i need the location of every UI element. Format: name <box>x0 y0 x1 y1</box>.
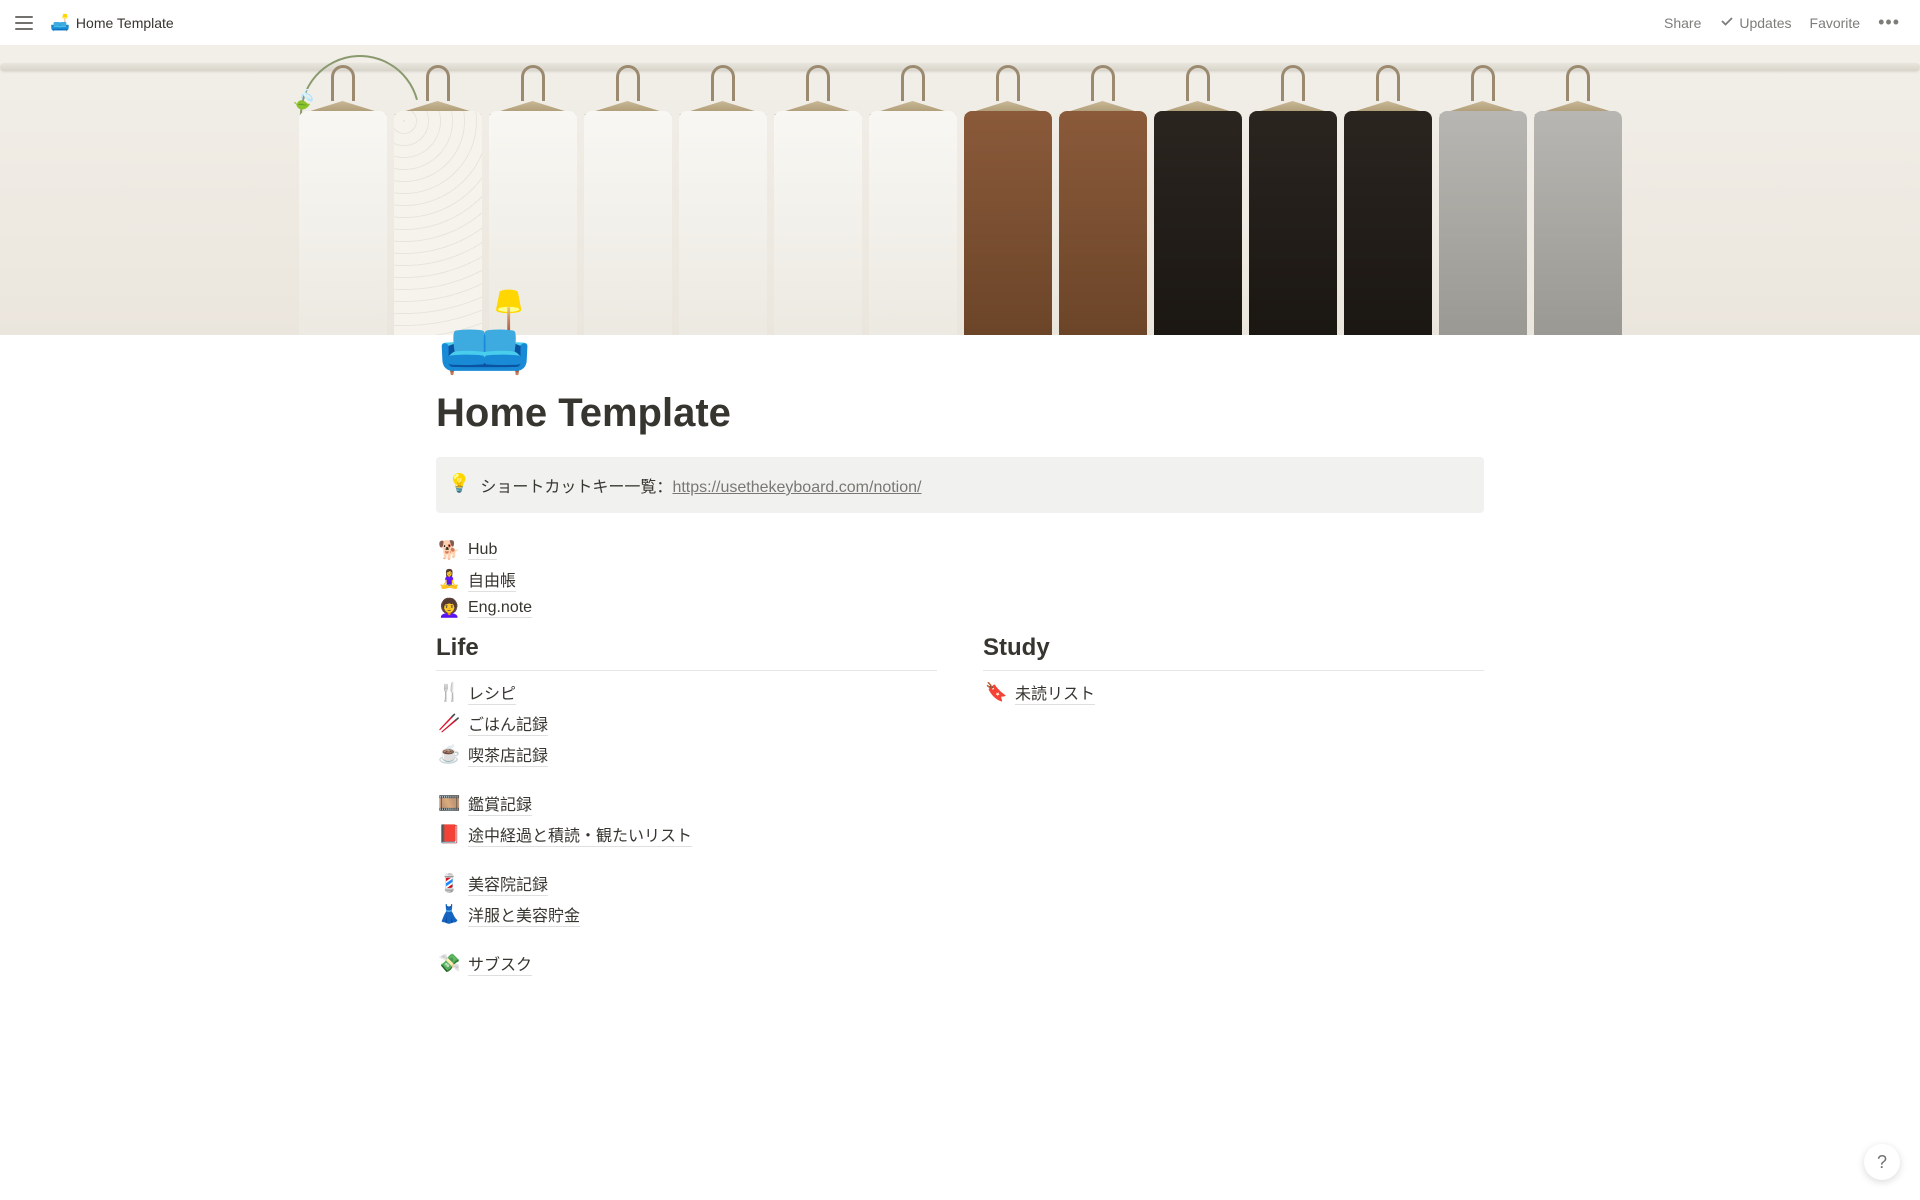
page-link-icon: 👩‍🦱 <box>438 598 460 619</box>
breadcrumb-title: Home Template <box>76 15 174 31</box>
favorite-button[interactable]: Favorite <box>1802 9 1869 37</box>
page-link[interactable]: 📕 途中経過と積読・観たいリスト <box>436 819 937 850</box>
page-link-label: 自由帳 <box>468 567 516 592</box>
heading-life: Life <box>436 634 937 671</box>
page-link-icon: 🧘‍♀️ <box>438 569 460 590</box>
column-study: Study 🔖 未読リスト <box>983 634 1484 997</box>
callout-text: ショートカットキー一覧：https://usethekeyboard.com/n… <box>480 473 921 497</box>
page-link-label: 洋服と美容貯金 <box>468 902 580 927</box>
page-link[interactable]: 🐕 Hub <box>436 537 1484 564</box>
page-link[interactable]: ☕ 喫茶店記録 <box>436 739 937 770</box>
cover-image[interactable] <box>0 45 1920 335</box>
page-link-icon: 🥢 <box>438 713 460 734</box>
page-link-icon: 💈 <box>438 873 460 894</box>
share-button[interactable]: Share <box>1656 9 1709 37</box>
check-icon <box>1719 13 1735 32</box>
topbar-left: 🛋️ Home Template <box>12 11 180 35</box>
page-link-icon: 💸 <box>438 953 460 974</box>
updates-label: Updates <box>1739 15 1791 31</box>
page-link[interactable]: 🥢 ごはん記録 <box>436 708 937 739</box>
page-link[interactable]: 💸 サブスク <box>436 948 937 979</box>
top-links: 🐕 Hub 🧘‍♀️ 自由帳 👩‍🦱 Eng.note <box>436 537 1484 622</box>
page-link-label: 喫茶店記録 <box>468 742 548 767</box>
page-link[interactable]: 👩‍🦱 Eng.note <box>436 595 1484 622</box>
page-link-label: ごはん記録 <box>468 711 548 736</box>
page-link-label: 未読リスト <box>1015 680 1095 705</box>
column-life: Life 🍴 レシピ 🥢 ごはん記録 ☕ 喫茶店記録 🎞️ 鑑賞記録 📕 途中経過と積読・観たいリ… <box>436 634 937 997</box>
page-link-icon: 🎞️ <box>438 793 460 814</box>
page-link-icon: 📕 <box>438 824 460 845</box>
lightbulb-icon: 💡 <box>448 473 470 497</box>
page-link[interactable]: 💈 美容院記録 <box>436 868 937 899</box>
page-link-icon: ☕ <box>438 744 460 765</box>
breadcrumb-icon: 🛋️ <box>50 13 70 33</box>
link-group: 🔖 未読リスト <box>983 677 1484 708</box>
page-link[interactable]: 🍴 レシピ <box>436 677 937 708</box>
link-group: 💈 美容院記録 👗 洋服と美容貯金 <box>436 868 937 930</box>
callout-link[interactable]: https://usethekeyboard.com/notion/ <box>672 479 921 496</box>
topbar: 🛋️ Home Template Share Updates Favorite … <box>0 0 1920 45</box>
page-link[interactable]: 🧘‍♀️ 自由帳 <box>436 564 1484 595</box>
page-link-icon: 🔖 <box>985 682 1007 703</box>
page-link-icon: 🐕 <box>438 540 460 561</box>
link-group: 🎞️ 鑑賞記録 📕 途中経過と積読・観たいリスト <box>436 788 937 850</box>
page-link-label: 途中経過と積読・観たいリスト <box>468 822 692 847</box>
page-link-label: レシピ <box>468 680 516 705</box>
updates-button[interactable]: Updates <box>1711 7 1799 38</box>
link-group: 🍴 レシピ 🥢 ごはん記録 ☕ 喫茶店記録 <box>436 677 937 770</box>
page-link-icon: 🍴 <box>438 682 460 703</box>
more-icon[interactable]: ••• <box>1870 6 1908 39</box>
page-link-label: 美容院記録 <box>468 871 548 896</box>
menu-icon[interactable] <box>12 11 36 35</box>
page-link[interactable]: 🔖 未読リスト <box>983 677 1484 708</box>
link-group: 💸 サブスク <box>436 948 937 979</box>
page-icon[interactable]: 🛋️ <box>436 293 520 371</box>
page-link-label: Hub <box>468 541 497 560</box>
page-link-label: 鑑賞記録 <box>468 791 532 816</box>
page-link-label: Eng.note <box>468 599 532 618</box>
topbar-right: Share Updates Favorite ••• <box>1656 6 1908 39</box>
breadcrumb[interactable]: 🛋️ Home Template <box>44 11 180 35</box>
heading-study: Study <box>983 634 1484 671</box>
page-title[interactable]: Home Template <box>436 389 1484 437</box>
page-link-icon: 👗 <box>438 904 460 925</box>
page-content: 🛋️ Home Template 💡 ショートカットキー一覧：https://u… <box>340 335 1580 1037</box>
callout[interactable]: 💡 ショートカットキー一覧：https://usethekeyboard.com… <box>436 457 1484 513</box>
page-link[interactable]: 👗 洋服と美容貯金 <box>436 899 937 930</box>
page-link-label: サブスク <box>468 951 532 976</box>
help-button[interactable]: ? <box>1864 1144 1900 1180</box>
columns: Life 🍴 レシピ 🥢 ごはん記録 ☕ 喫茶店記録 🎞️ 鑑賞記録 📕 途中経過と積読・観たいリ… <box>436 634 1484 997</box>
page-link[interactable]: 🎞️ 鑑賞記録 <box>436 788 937 819</box>
